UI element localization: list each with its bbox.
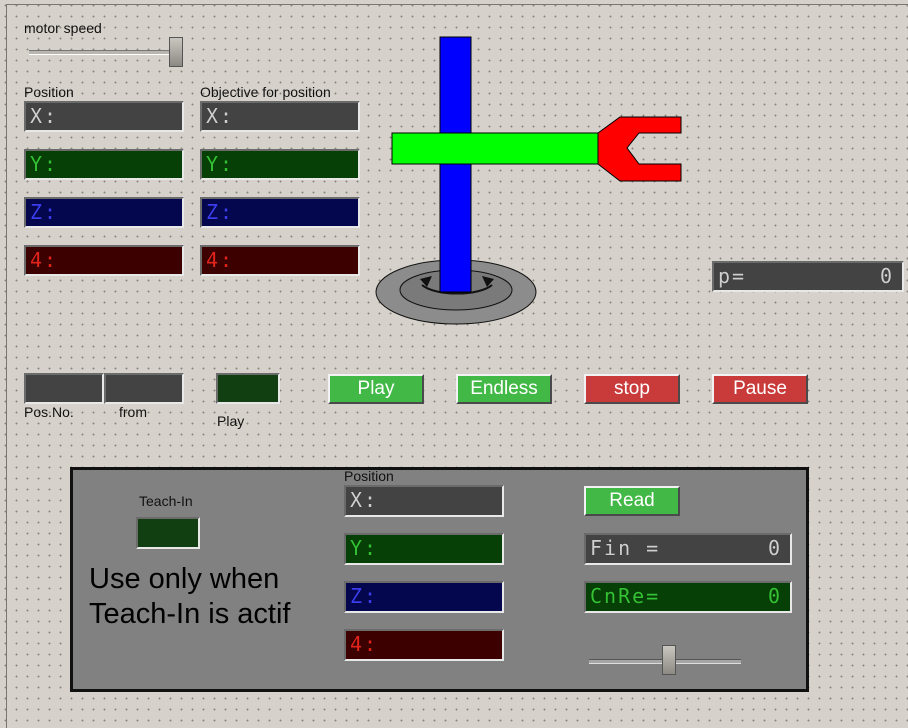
- robot-arm: [391, 132, 599, 165]
- motor-speed-slider-track[interactable]: [29, 50, 179, 55]
- objective-4-display: 4:: [200, 245, 360, 276]
- fin-prefix: Fin =: [590, 536, 661, 560]
- position-x-display: X:: [24, 101, 184, 132]
- pause-button[interactable]: Pause: [712, 374, 808, 404]
- play-indicator: [216, 373, 280, 404]
- motor-speed-label: motor speed: [24, 20, 102, 36]
- from-display: [104, 373, 184, 404]
- window-frame-top: [6, 4, 908, 5]
- teach-x-display: X:: [344, 485, 504, 517]
- teach-y-display: Y:: [344, 533, 504, 565]
- robot-arm-diagram: [375, 36, 682, 325]
- cnre-value: 0: [767, 584, 782, 608]
- teach-in-label: Teach-In: [139, 493, 193, 509]
- objective-y-display: Y:: [200, 149, 360, 180]
- p-display-prefix: p=: [718, 264, 747, 288]
- stop-button[interactable]: stop: [584, 374, 680, 404]
- teach-in-note-line1: Use only when: [89, 563, 280, 595]
- position-y-display: Y:: [24, 149, 184, 180]
- p-display-value: 0: [879, 264, 894, 288]
- teach-z-display: Z:: [344, 581, 504, 613]
- objective-z-display: Z:: [200, 197, 360, 228]
- window-frame-left: [6, 4, 7, 728]
- position-4-display: 4:: [24, 245, 184, 276]
- fin-display: Fin = 0: [584, 533, 792, 565]
- fin-value: 0: [767, 536, 782, 560]
- play-button[interactable]: Play: [328, 374, 424, 404]
- position-z-display: Z:: [24, 197, 184, 228]
- robot-gripper: [597, 116, 682, 182]
- cnre-display: CnRe= 0: [584, 581, 792, 613]
- endless-button[interactable]: Endless: [456, 374, 552, 404]
- cnre-prefix: CnRe=: [590, 584, 661, 608]
- pos-no-label: Pos.No.: [24, 404, 74, 420]
- objective-title: Objective for position: [200, 84, 331, 100]
- position-title: Position: [24, 84, 74, 100]
- objective-x-display: X:: [200, 101, 360, 132]
- read-button[interactable]: Read: [584, 486, 680, 516]
- teach-4-display: 4:: [344, 629, 504, 661]
- motor-speed-slider-thumb[interactable]: [169, 37, 183, 67]
- teach-slider-thumb[interactable]: [662, 645, 676, 675]
- play-indicator-label: Play: [217, 413, 245, 429]
- pos-no-display: [24, 373, 104, 404]
- p-display: p= 0: [712, 261, 904, 292]
- teach-in-note-line2: Teach-In is actif: [89, 598, 291, 630]
- from-label: from: [119, 404, 147, 420]
- teach-position-title: Position: [344, 468, 394, 484]
- teach-in-toggle[interactable]: [136, 517, 200, 549]
